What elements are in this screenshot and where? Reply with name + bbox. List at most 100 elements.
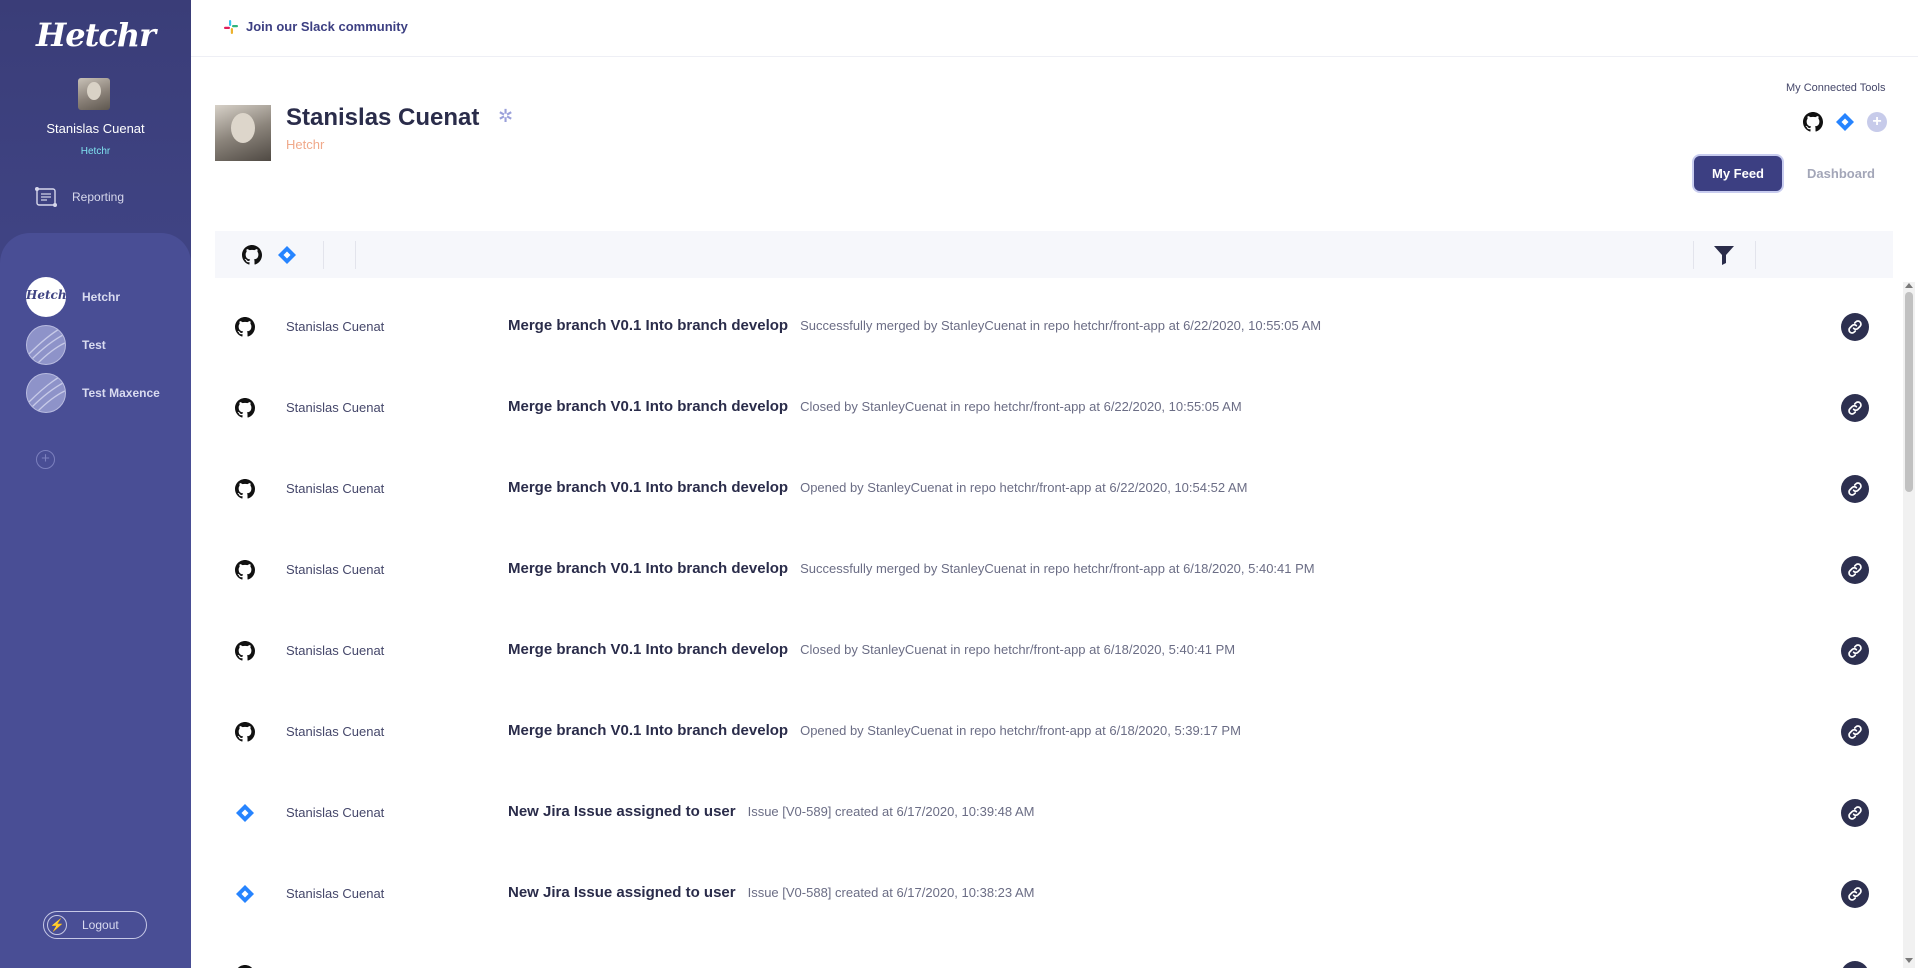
feed-row[interactable]: Stanislas Cuenat Merge branch V0.1 Into b…: [215, 367, 1893, 448]
edit-profile-icon[interactable]: ✲: [498, 106, 513, 127]
feed-title: Merge branch V0.1 Into branch develop: [508, 560, 789, 577]
workspace-item-hetchr[interactable]: Hetchr Hetchr: [26, 277, 120, 317]
open-link-button[interactable]: [1841, 556, 1869, 584]
workspace-panel: Hetchr Hetchr Test: [0, 233, 191, 968]
feed-title-wrap[interactable]: New Jira Issue assigned to user Issue [V0…: [508, 803, 1035, 820]
workspace-logo-text: Hetchr: [26, 288, 66, 302]
filter-icon[interactable]: [1713, 244, 1735, 266]
feed-user: Stanislas Cuenat: [286, 886, 385, 901]
feed-title: New Jira Issue assigned to user: [508, 884, 736, 901]
feed-user: Stanislas Cuenat: [286, 400, 385, 415]
feed-row[interactable]: Stanislas Cuenat Merge branch V0.1 Into b…: [215, 529, 1893, 610]
workspace-label: Test: [82, 338, 106, 352]
hetchr-logo-icon: Hetchr: [26, 277, 66, 317]
feed-scrollbar[interactable]: [1903, 282, 1915, 968]
jira-icon[interactable]: [1835, 112, 1855, 132]
feed-row[interactable]: Stanislas Cuenat Merge branch V0.1 Into b…: [215, 286, 1893, 367]
link-icon: [1848, 563, 1862, 577]
sidebar: Hetchr Stanislas Cuenat Hetchr Reporting…: [0, 0, 191, 968]
scrollbar-thumb[interactable]: [1905, 292, 1913, 492]
feed-title-wrap[interactable]: New Jira Issue assigned to user Issue [V0…: [508, 884, 1035, 901]
feed-title-wrap[interactable]: Merge branch V0.1 Into branch develop Clo…: [508, 641, 1235, 658]
workspace-item-test-maxence[interactable]: Test Maxence: [26, 373, 160, 413]
filter-divider: [323, 241, 324, 269]
github-icon: [235, 641, 255, 661]
tab-my-feed[interactable]: My Feed: [1694, 156, 1782, 191]
feed-title-wrap[interactable]: Merge branch V0.1 Into branch develop Suc…: [508, 317, 1321, 334]
feed-user: Stanislas Cuenat: [286, 319, 385, 334]
feed-row[interactable]: [215, 934, 1893, 968]
workspace-globe-icon: [26, 325, 66, 365]
feed-row[interactable]: Stanislas Cuenat New Jira Issue assigned …: [215, 772, 1893, 853]
feed-title-wrap[interactable]: Merge branch V0.1 Into branch develop Clo…: [508, 398, 1242, 415]
feed-title: Merge branch V0.1 Into branch develop: [508, 722, 789, 739]
add-workspace-button[interactable]: +: [36, 450, 55, 469]
feed-detail: Opened by StanleyCuenat in repo hetchr/f…: [800, 480, 1248, 495]
feed-detail: Successfully merged by StanleyCuenat in …: [800, 561, 1315, 576]
feed-user: Stanislas Cuenat: [286, 481, 385, 496]
workspace-label: Hetchr: [82, 290, 121, 304]
reporting-label: Reporting: [72, 190, 125, 204]
workspace-item-test[interactable]: Test: [26, 325, 106, 365]
github-icon[interactable]: [242, 245, 262, 265]
profile-org: Hetchr: [286, 137, 325, 152]
feed-user: Stanislas Cuenat: [286, 724, 385, 739]
profile-name: Stanislas Cuenat: [286, 104, 480, 131]
feed-title-wrap[interactable]: Merge branch V0.1 Into branch develop Ope…: [508, 722, 1241, 739]
scroll-up-arrow-icon[interactable]: [1905, 283, 1913, 288]
feed-title: New Jira Issue assigned to user: [508, 803, 736, 820]
open-link-button[interactable]: [1841, 475, 1869, 503]
github-icon: [235, 398, 255, 418]
link-icon: [1848, 482, 1862, 496]
github-icon: [235, 722, 255, 742]
filter-bar: [215, 231, 1893, 278]
reporting-nav-item[interactable]: Reporting: [34, 186, 124, 208]
slack-community-link[interactable]: Join our Slack community: [224, 19, 408, 34]
open-link-button[interactable]: [1841, 961, 1869, 968]
feed-row[interactable]: Stanislas Cuenat New Jira Issue assigned …: [215, 853, 1893, 934]
power-icon: ⚡: [47, 915, 67, 935]
feed-title: Merge branch V0.1 Into branch develop: [508, 398, 789, 415]
feed-user: Stanislas Cuenat: [286, 805, 385, 820]
open-link-button[interactable]: [1841, 880, 1869, 908]
open-link-button[interactable]: [1841, 799, 1869, 827]
workspace-globe-icon: [26, 373, 66, 413]
link-icon: [1848, 725, 1862, 739]
sidebar-org-name: Hetchr: [80, 146, 111, 157]
github-icon: [235, 479, 255, 499]
tab-dashboard[interactable]: Dashboard: [1798, 156, 1884, 191]
feed-title: Merge branch V0.1 Into branch develop: [508, 641, 789, 658]
github-icon: [235, 317, 255, 337]
feed-detail: Opened by StanleyCuenat in repo hetchr/f…: [800, 723, 1241, 738]
link-icon: [1848, 887, 1862, 901]
feed-user: Stanislas Cuenat: [286, 562, 385, 577]
open-link-button[interactable]: [1841, 394, 1869, 422]
profile-avatar: [215, 105, 271, 161]
feed-row[interactable]: Stanislas Cuenat Merge branch V0.1 Into b…: [215, 691, 1893, 772]
jira-icon[interactable]: [277, 245, 297, 265]
logout-label: Logout: [82, 918, 119, 932]
link-icon: [1848, 644, 1862, 658]
feed-row[interactable]: Stanislas Cuenat Merge branch V0.1 Into b…: [215, 448, 1893, 529]
jira-icon: [236, 804, 254, 822]
logout-button[interactable]: ⚡ Logout: [43, 911, 147, 939]
feed-user: Stanislas Cuenat: [286, 643, 385, 658]
feed-title-wrap[interactable]: Merge branch V0.1 Into branch develop Ope…: [508, 479, 1247, 496]
add-tool-button[interactable]: +: [1867, 112, 1887, 132]
connected-tools: +: [1803, 112, 1899, 132]
open-link-button[interactable]: [1841, 718, 1869, 746]
open-link-button[interactable]: [1841, 637, 1869, 665]
user-avatar[interactable]: [78, 78, 110, 110]
feed-row[interactable]: Stanislas Cuenat Merge branch V0.1 Into b…: [215, 610, 1893, 691]
scroll-down-arrow-icon[interactable]: [1905, 958, 1913, 963]
top-bar: Join our Slack community: [191, 0, 1918, 57]
activity-feed: Stanislas Cuenat Merge branch V0.1 Into b…: [215, 286, 1893, 968]
sidebar-user-name: Stanislas Cuenat: [46, 121, 145, 136]
app-logo[interactable]: Hetchr: [0, 16, 191, 54]
open-link-button[interactable]: [1841, 313, 1869, 341]
github-icon[interactable]: [1803, 112, 1823, 132]
github-icon: [235, 560, 255, 580]
reporting-icon: [35, 187, 57, 207]
link-icon: [1848, 401, 1862, 415]
feed-title-wrap[interactable]: Merge branch V0.1 Into branch develop Suc…: [508, 560, 1315, 577]
